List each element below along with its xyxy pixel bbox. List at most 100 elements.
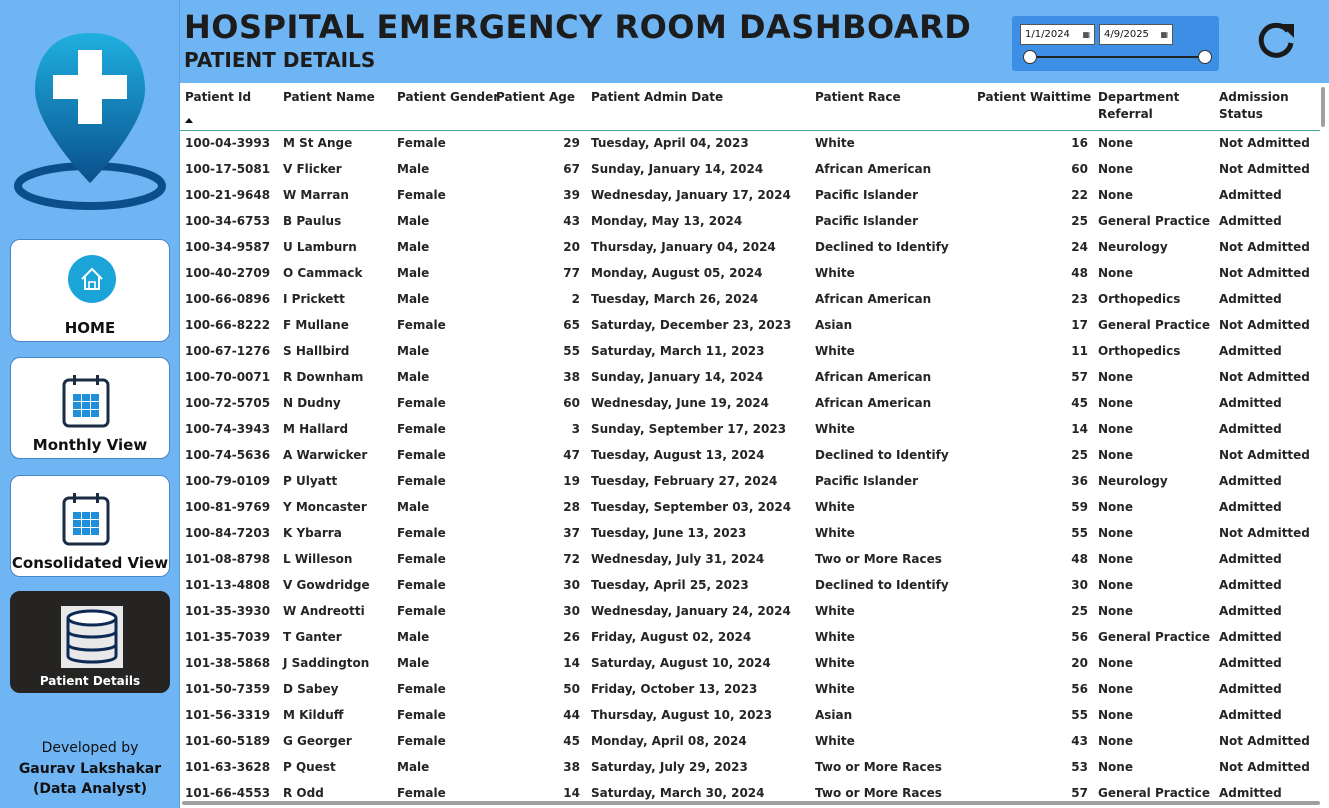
table-row[interactable]: 100-74-3943 M Hallard Female 3 Sunday, Septe… (180, 418, 1320, 444)
table-cell: 43 (563, 214, 580, 228)
table-cell: Female (397, 552, 446, 566)
table-row[interactable]: 101-56-3319 M Kilduff Female 44 Thursday, Au… (180, 704, 1320, 730)
table-cell: 30 (563, 604, 580, 618)
table-cell: Neurology (1098, 474, 1168, 488)
table-cell: 65 (563, 318, 580, 332)
end-date-input[interactable]: 4/9/2025 ▦ (1099, 24, 1173, 45)
column-header[interactable]: Patient Race (815, 89, 901, 106)
nav-consolidated-view-button[interactable]: Consolidated View (10, 475, 170, 577)
table-cell: 25 (1071, 448, 1088, 462)
table-row[interactable]: 100-79-0109 P Ulyatt Female 19 Tuesday, Febr… (180, 470, 1320, 496)
table-cell: 45 (563, 734, 580, 748)
table-cell: 29 (563, 136, 580, 150)
table-row[interactable]: 100-74-5636 A Warwicker Female 47 Tuesday, A… (180, 444, 1320, 470)
table-cell: 45 (1071, 396, 1088, 410)
developer-name: Gaurav Lakshakar (18, 761, 162, 777)
table-cell: 23 (1071, 292, 1088, 306)
column-header[interactable]: Patient Name (283, 89, 375, 106)
column-header[interactable]: Patient Gender (397, 89, 499, 106)
nav-monthly-view-button[interactable]: Monthly View (10, 357, 170, 459)
table-row[interactable]: 100-81-9769 Y Moncaster Male 28 Tuesday, Sep… (180, 496, 1320, 522)
table-cell: 100-66-0896 (185, 292, 271, 306)
table-cell: Sunday, January 14, 2024 (591, 370, 764, 384)
table-cell: U Lamburn (283, 240, 357, 254)
table-row[interactable]: 101-50-7359 D Sabey Female 50 Friday, Octobe… (180, 678, 1320, 704)
nav-patient-details-button[interactable]: Patient Details (10, 591, 170, 693)
column-header[interactable]: Admission Status (1219, 89, 1320, 123)
column-header[interactable]: Patient Age (496, 89, 575, 106)
date-slider-end-handle[interactable] (1198, 50, 1212, 64)
table-row[interactable]: 100-34-6753 B Paulus Male 43 Monday, May 13,… (180, 210, 1320, 236)
table-row[interactable]: 100-21-9648 W Marran Female 39 Wednesday, Ja… (180, 184, 1320, 210)
table-cell: 56 (1071, 630, 1088, 644)
table-row[interactable]: 101-13-4808 V Gowdridge Female 30 Tuesday, A… (180, 574, 1320, 600)
start-date-input[interactable]: 1/1/2024 ▦ (1020, 24, 1095, 45)
refresh-icon[interactable] (1254, 18, 1298, 62)
column-header[interactable]: Patient Waittime (977, 89, 1091, 106)
table-cell: Male (397, 344, 430, 358)
table-row[interactable]: 100-17-5081 V Flicker Male 67 Sunday, Januar… (180, 158, 1320, 184)
nav-monthly-view-label: Monthly View (32, 436, 148, 454)
table-row[interactable]: 100-72-5705 N Dudny Female 60 Wednesday, Jun… (180, 392, 1320, 418)
table-cell: General Practice (1098, 318, 1211, 332)
sort-ascending-icon[interactable] (185, 118, 193, 123)
sidebar: HOME Monthly View Consolidated View Pati… (0, 0, 180, 808)
table-row[interactable]: 100-66-8222 F Mullane Female 65 Saturday, De… (180, 314, 1320, 340)
column-header[interactable]: Patient Admin Date (591, 89, 723, 106)
table-row[interactable]: 101-38-5868 J Saddington Male 14 Saturday, A… (180, 652, 1320, 678)
table-row[interactable]: 100-66-0896 I Prickett Male 2 Tuesday, March… (180, 288, 1320, 314)
table-cell: 101-66-4553 (185, 786, 271, 800)
table-cell: 67 (563, 162, 580, 176)
table-row[interactable]: 100-67-1276 S Hallbird Male 55 Saturday, Mar… (180, 340, 1320, 366)
column-header[interactable]: Patient Id (185, 89, 251, 106)
table-cell: Two or More Races (815, 786, 942, 800)
table-row[interactable]: 100-40-2709 O Cammack Male 77 Monday, August… (180, 262, 1320, 288)
vertical-scrollbar[interactable] (1321, 87, 1325, 127)
table-cell: Male (397, 500, 430, 514)
table-cell: 47 (563, 448, 580, 462)
table-cell: Admitted (1219, 422, 1282, 436)
table-cell: African American (815, 370, 932, 384)
table-cell: Tuesday, February 27, 2024 (591, 474, 778, 488)
table-cell: General Practice (1098, 630, 1211, 644)
table-row[interactable]: 101-35-3930 W Andreotti Female 30 Wednesday,… (180, 600, 1320, 626)
column-header[interactable]: Department Referral (1098, 89, 1188, 123)
date-slider-start-handle[interactable] (1023, 50, 1037, 64)
calendar-icon[interactable]: ▦ (1160, 25, 1168, 44)
table-cell: 55 (1071, 526, 1088, 540)
table-cell: Y Moncaster (283, 500, 367, 514)
table-row[interactable]: 101-63-3628 P Quest Male 38 Saturday, July 2… (180, 756, 1320, 782)
table-cell: 100-74-3943 (185, 422, 271, 436)
table-cell: Saturday, December 23, 2023 (591, 318, 792, 332)
table-cell: S Hallbird (283, 344, 350, 358)
table-cell: 60 (563, 396, 580, 410)
table-cell: None (1098, 136, 1133, 150)
table-row[interactable]: 101-08-8798 L Willeson Female 72 Wednesday, … (180, 548, 1320, 574)
table-cell: Orthopedics (1098, 344, 1181, 358)
table-cell: Admitted (1219, 708, 1282, 722)
nav-home-button[interactable]: HOME (10, 239, 170, 342)
table-cell: Female (397, 786, 446, 800)
home-icon (68, 255, 116, 303)
calendar-icon[interactable]: ▦ (1082, 25, 1090, 44)
table-cell: 100-70-0071 (185, 370, 271, 384)
table-row[interactable]: 100-34-9587 U Lamburn Male 20 Thursday, Janu… (180, 236, 1320, 262)
table-cell: 101-60-5189 (185, 734, 271, 748)
table-cell: Pacific Islander (815, 188, 918, 202)
horizontal-scrollbar[interactable] (182, 801, 1320, 805)
table-row[interactable]: 100-70-0071 R Downham Male 38 Sunday, Januar… (180, 366, 1320, 392)
table-cell: W Marran (283, 188, 349, 202)
table-cell: Male (397, 630, 430, 644)
table-cell: V Gowdridge (283, 578, 370, 592)
table-cell: 55 (1071, 708, 1088, 722)
date-slider-track[interactable] (1030, 56, 1206, 58)
table-row[interactable]: 101-35-7039 T Ganter Male 26 Friday, August … (180, 626, 1320, 652)
table-cell: African American (815, 396, 932, 410)
table-row[interactable]: 100-84-7203 K Ybarra Female 37 Tuesday, June… (180, 522, 1320, 548)
calendar-icon (62, 375, 110, 428)
table-cell: M Kilduff (283, 708, 344, 722)
table-cell: 22 (1071, 188, 1088, 202)
table-row[interactable]: 100-04-3993 M St Ange Female 29 Tuesday, Apr… (180, 132, 1320, 158)
table-row[interactable]: 101-60-5189 G Georger Female 45 Monday, Apri… (180, 730, 1320, 756)
header: HOSPITAL EMERGENCY ROOM DASHBOARD PATIEN… (180, 0, 1329, 83)
